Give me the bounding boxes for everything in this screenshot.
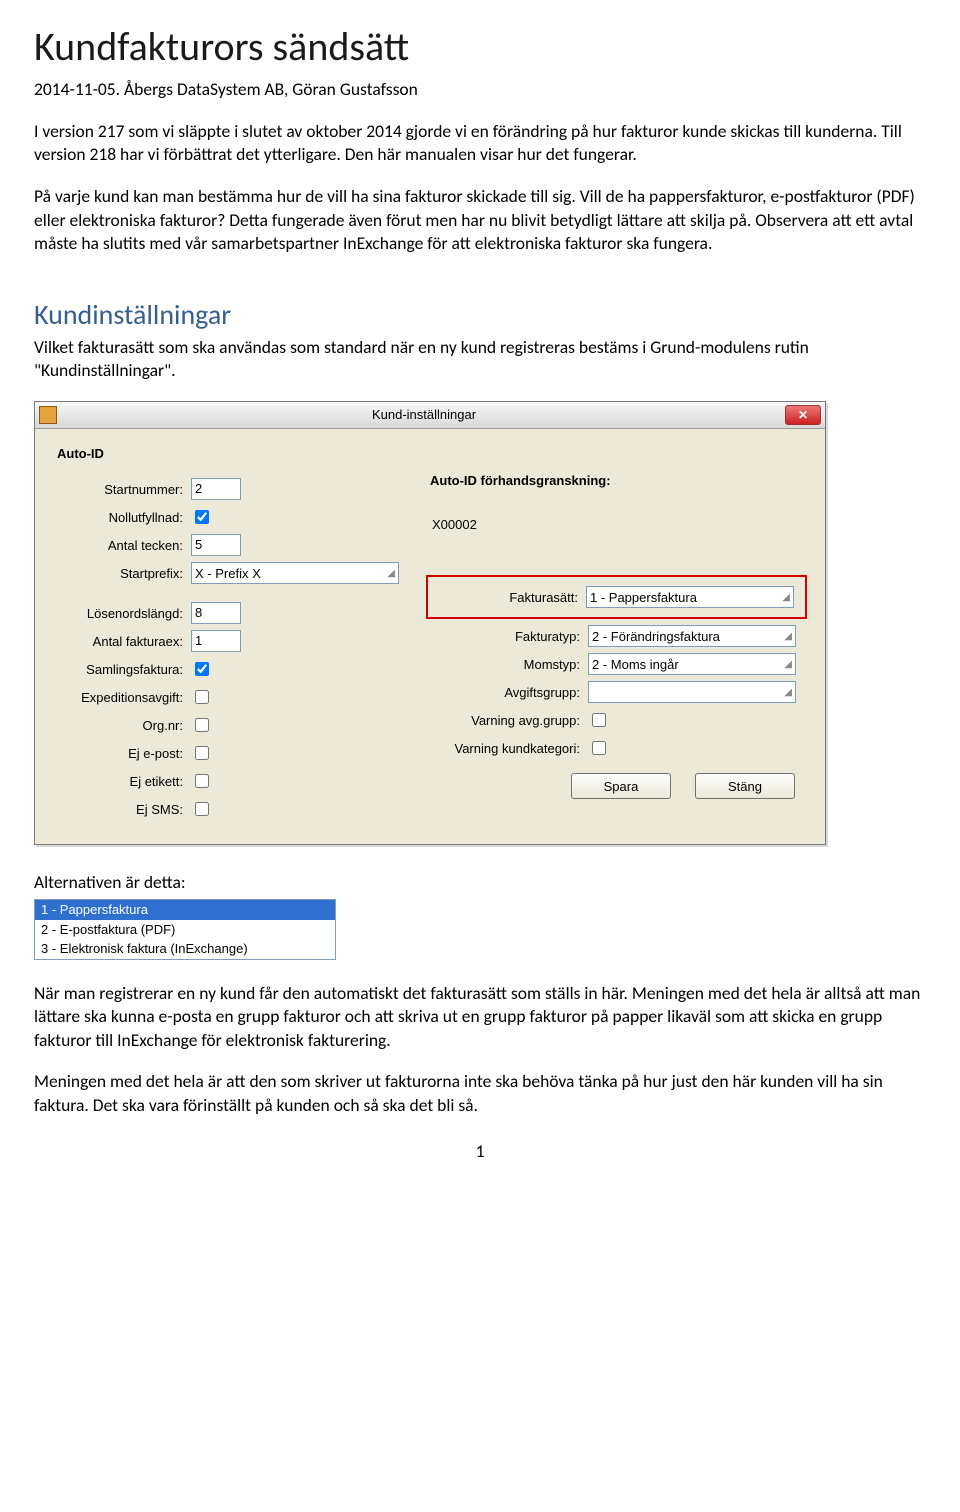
checkbox-nollutfyllnad[interactable] (195, 510, 209, 524)
checkbox-ej-epost[interactable] (195, 746, 209, 760)
group-auto-id: Auto-ID (57, 445, 807, 463)
checkbox-varning-kundkategori[interactable] (592, 741, 606, 755)
label-ej-etikett: Ej etikett: (53, 773, 191, 791)
label-orgnr: Org.nr: (53, 717, 191, 735)
paragraph-after-1: När man registrerar en ny kund får den a… (34, 982, 926, 1053)
page-number: 1 (34, 1140, 926, 1164)
page-title: Kundfakturors sändsätt (34, 20, 926, 74)
close-icon[interactable]: ✕ (785, 405, 821, 425)
input-losenordslangd[interactable]: 8 (191, 602, 241, 624)
label-startnummer: Startnummer: (53, 481, 191, 499)
value-auto-id-preview: X00002 (430, 516, 807, 534)
label-varning-kundkategori: Varning kundkategori: (430, 740, 588, 758)
intro-paragraph: I version 217 som vi släppte i slutet av… (34, 120, 926, 167)
label-antal-tecken: Antal tecken: (53, 537, 191, 555)
save-button[interactable]: Spara (571, 773, 671, 799)
section-intro: Vilket fakturasätt som ska användas som … (34, 336, 926, 383)
input-startprefix[interactable]: X - Prefix X◢ (191, 562, 399, 584)
input-fakturasatt[interactable]: 1 - Pappersfaktura◢ (586, 586, 794, 608)
checkbox-varning-avg-grupp[interactable] (592, 713, 606, 727)
input-antal-tecken[interactable]: 5 (191, 534, 241, 556)
label-expeditionsavgift: Expeditionsavgift: (53, 689, 191, 707)
label-nollutfyllnad: Nollutfyllnad: (53, 509, 191, 527)
dialog-kund-installningar: Kund-inställningar ✕ Auto-ID Startnummer… (34, 401, 826, 846)
list-item[interactable]: 2 - E-postfaktura (PDF) (35, 920, 335, 940)
label-auto-id-preview: Auto-ID förhandsgranskning: (430, 472, 807, 490)
label-ej-epost: Ej e-post: (53, 745, 191, 763)
highlight-fakturasatt: Fakturasätt: 1 - Pappersfaktura◢ (426, 575, 807, 619)
label-varning-avg-grupp: Varning avg.grupp: (430, 712, 588, 730)
list-item[interactable]: 1 - Pappersfaktura (35, 900, 335, 920)
checkbox-ej-etikett[interactable] (195, 774, 209, 788)
label-momstyp: Momstyp: (430, 656, 588, 674)
label-antal-fakturaex: Antal fakturaex: (53, 633, 191, 651)
label-avgiftsgrupp: Avgiftsgrupp: (430, 684, 588, 702)
close-button[interactable]: Stäng (695, 773, 795, 799)
input-fakturatyp[interactable]: 2 - Förändringsfaktura◢ (588, 625, 796, 647)
input-avgiftsgrupp[interactable]: ◢ (588, 681, 796, 703)
input-momstyp[interactable]: 2 - Moms ingår◢ (588, 653, 796, 675)
alternatives-label: Alternativen är detta: (34, 871, 926, 895)
checkbox-ej-sms[interactable] (195, 802, 209, 816)
label-fakturasatt: Fakturasätt: (428, 589, 586, 607)
paragraph-2: På varje kund kan man bestämma hur de vi… (34, 185, 926, 256)
paragraph-after-2: Meningen med det hela är att den som skr… (34, 1070, 926, 1117)
label-ej-sms: Ej SMS: (53, 801, 191, 819)
section-heading: Kundinställningar (34, 296, 926, 334)
input-startnummer[interactable]: 2 (191, 478, 241, 500)
checkbox-samlingsfaktura[interactable] (195, 662, 209, 676)
checkbox-expeditionsavgift[interactable] (195, 690, 209, 704)
input-antal-fakturaex[interactable]: 1 (191, 630, 241, 652)
titlebar: Kund-inställningar ✕ (35, 402, 825, 429)
label-startprefix: Startprefix: (53, 565, 191, 583)
label-samlingsfaktura: Samlingsfaktura: (53, 661, 191, 679)
alternatives-listbox[interactable]: 1 - Pappersfaktura 2 - E-postfaktura (PD… (34, 899, 336, 960)
dialog-title: Kund-inställningar (63, 406, 785, 424)
label-fakturatyp: Fakturatyp: (430, 628, 588, 646)
app-icon (39, 406, 57, 424)
list-item[interactable]: 3 - Elektronisk faktura (InExchange) (35, 939, 335, 959)
doc-meta: 2014-11-05. Åbergs DataSystem AB, Göran … (34, 78, 926, 102)
checkbox-orgnr[interactable] (195, 718, 209, 732)
label-losenordslangd: Lösenordslängd: (53, 605, 191, 623)
